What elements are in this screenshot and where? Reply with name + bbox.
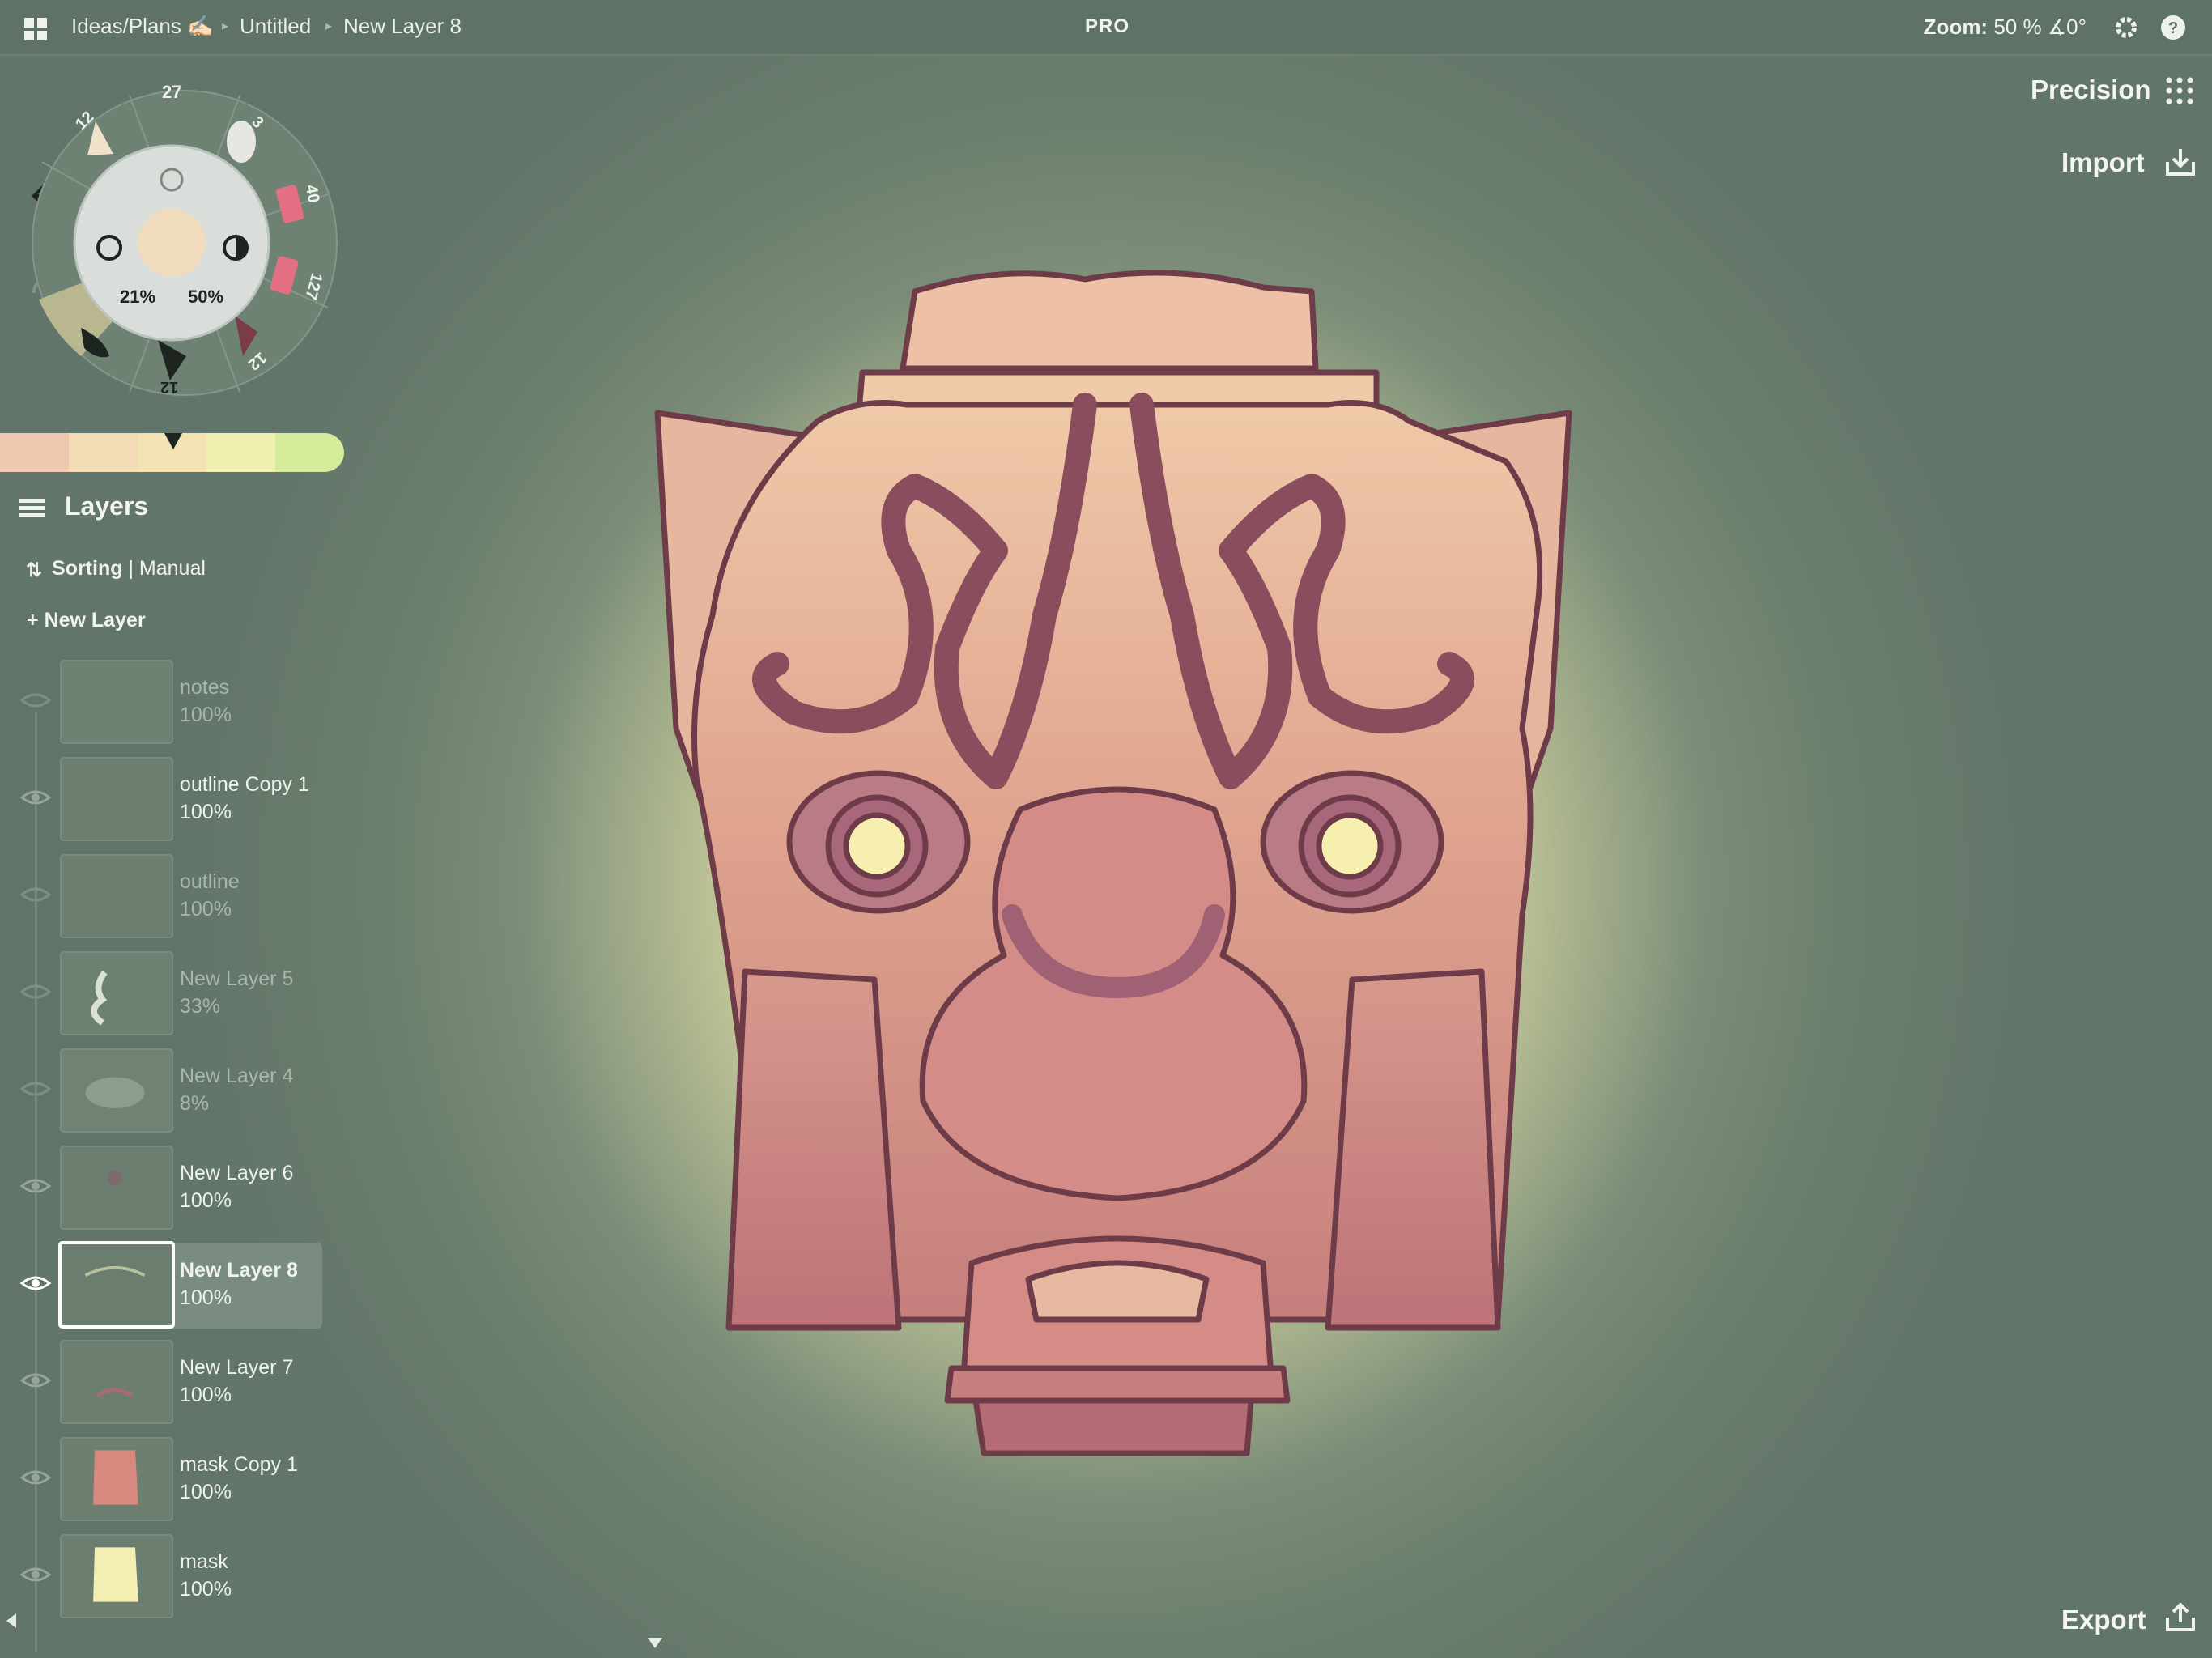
sort-icon[interactable]: ⇅ — [26, 559, 42, 582]
layer-thumbnail[interactable] — [60, 660, 173, 744]
layer-opacity: 100% — [180, 898, 232, 920]
color-swatch[interactable] — [69, 433, 138, 472]
visibility-eye-icon[interactable] — [19, 691, 52, 710]
color-swatch[interactable] — [0, 433, 69, 472]
brush-size-label[interactable]: 12 — [160, 377, 178, 396]
color-swatch[interactable] — [275, 433, 344, 472]
layer-row[interactable]: outline 100% — [60, 854, 322, 940]
layer-opacity: 100% — [180, 1286, 232, 1309]
sorting-value: Manual — [138, 557, 206, 580]
layer-opacity: 100% — [180, 1481, 232, 1503]
sorting-control[interactable]: Sorting | Manual — [52, 557, 206, 580]
visibility-eye-icon[interactable] — [19, 1371, 52, 1390]
scroll-down-icon[interactable] — [648, 1638, 662, 1648]
layer-opacity: 100% — [180, 801, 232, 823]
opacity-percent[interactable]: 50% — [188, 287, 223, 308]
layer-name: New Layer 5 — [180, 967, 294, 990]
layer-thumbnail[interactable] — [60, 1048, 173, 1133]
sorting-divider: | — [128, 557, 139, 580]
layer-opacity: 33% — [180, 995, 221, 1018]
breadcrumb-gallery[interactable]: Ideas/Plans ✍🏻 — [71, 14, 213, 39]
plus-icon: + — [27, 609, 39, 631]
help-icon[interactable]: ? — [2160, 15, 2186, 40]
layer-name: outline — [180, 870, 240, 893]
color-swatch[interactable] — [206, 433, 275, 472]
pro-badge[interactable]: PRO — [1085, 15, 1129, 38]
import-icon[interactable] — [2165, 147, 2196, 176]
layer-thumbnail[interactable] — [60, 854, 173, 938]
layer-thumbnail[interactable] — [60, 1534, 173, 1618]
visibility-eye-icon[interactable] — [19, 1176, 52, 1196]
export-label: Export — [2061, 1605, 2146, 1635]
visibility-eye-icon[interactable] — [19, 1468, 52, 1487]
breadcrumb-layer[interactable]: New Layer 8 — [343, 14, 462, 39]
import-label: Import — [2061, 147, 2145, 177]
zoom-readout[interactable]: Zoom: 50 % ∡0° — [1924, 15, 2087, 40]
layer-opacity: 100% — [180, 704, 232, 726]
visibility-eye-icon[interactable] — [19, 1565, 52, 1584]
layer-thumbnail[interactable] — [60, 1340, 173, 1424]
layer-opacity: 8% — [180, 1092, 210, 1115]
rotation-value: ∡0° — [2047, 15, 2087, 39]
brush-size-label[interactable]: 40 — [301, 184, 323, 205]
layer-row[interactable]: New Layer 5 33% — [60, 951, 322, 1037]
layer-row[interactable]: New Layer 6 100% — [60, 1146, 322, 1231]
visibility-eye-icon[interactable] — [19, 885, 52, 904]
layer-thumbnail[interactable] — [60, 1437, 173, 1521]
size-percent[interactable]: 21% — [120, 287, 155, 308]
layers-title[interactable]: Layers — [65, 491, 148, 521]
svg-text:?: ? — [2168, 19, 2178, 37]
layer-row[interactable]: notes 100% — [60, 660, 322, 746]
color-marker — [164, 433, 182, 449]
layer-name: mask — [180, 1550, 228, 1573]
zoom-label: Zoom: — [1923, 15, 1989, 39]
layer-row[interactable]: outline Copy 1 100% — [60, 757, 322, 843]
grid-icon[interactable] — [23, 16, 49, 42]
layer-row[interactable]: mask 100% — [60, 1534, 322, 1620]
breadcrumb-separator: ▸ — [325, 19, 333, 33]
collapse-arrow-icon[interactable] — [6, 1613, 16, 1628]
import-button[interactable]: Import — [2061, 147, 2145, 178]
layer-name: mask Copy 1 — [180, 1453, 298, 1476]
layer-opacity: 100% — [180, 1578, 232, 1601]
layer-opacity: 100% — [180, 1189, 232, 1212]
layer-name: New Layer 6 — [180, 1162, 294, 1184]
gear-icon[interactable] — [2113, 15, 2139, 40]
visibility-eye-icon[interactable] — [19, 1273, 52, 1293]
layer-thumbnail[interactable] — [60, 1146, 173, 1230]
new-layer-label: New Layer — [44, 609, 146, 631]
brush-size-label[interactable]: 27 — [162, 82, 181, 103]
layer-opacity: 100% — [180, 1384, 232, 1406]
layer-name: outline Copy 1 — [180, 773, 309, 796]
layer-name: New Layer 8 — [180, 1259, 298, 1282]
layer-row[interactable]: New Layer 8 100% — [58, 1241, 322, 1329]
layer-row[interactable]: New Layer 7 100% — [60, 1340, 322, 1426]
breadcrumb-drawing[interactable]: Untitled — [240, 14, 311, 39]
new-layer-button[interactable]: + New Layer — [27, 609, 146, 632]
export-button[interactable]: Export — [2061, 1605, 2146, 1635]
precision-button[interactable]: Precision — [2031, 74, 2151, 105]
layer-name: New Layer 4 — [180, 1065, 294, 1087]
dots-grid-icon[interactable] — [2165, 76, 2194, 105]
visibility-eye-icon[interactable] — [19, 1079, 52, 1099]
layers-icon[interactable] — [18, 495, 47, 521]
layer-name: New Layer 7 — [180, 1356, 294, 1379]
top-bar: Ideas/Plans ✍🏻 ▸ Untitled ▸ New Layer 8 … — [0, 0, 2212, 56]
precision-label: Precision — [2031, 74, 2151, 104]
layer-row[interactable]: mask Copy 1 100% — [60, 1437, 322, 1523]
zoom-value: 50 % — [1993, 15, 2042, 39]
sorting-label: Sorting — [52, 557, 123, 580]
export-icon[interactable] — [2165, 1603, 2196, 1632]
layer-thumbnail[interactable] — [60, 951, 173, 1035]
layer-name: notes — [180, 676, 230, 699]
visibility-eye-icon[interactable] — [19, 982, 52, 1001]
layer-thumbnail[interactable] — [60, 757, 173, 841]
layer-row[interactable]: New Layer 4 8% — [60, 1048, 322, 1134]
layer-thumbnail[interactable] — [58, 1241, 175, 1329]
visibility-eye-icon[interactable] — [19, 788, 52, 807]
breadcrumb-separator: ▸ — [222, 19, 229, 33]
